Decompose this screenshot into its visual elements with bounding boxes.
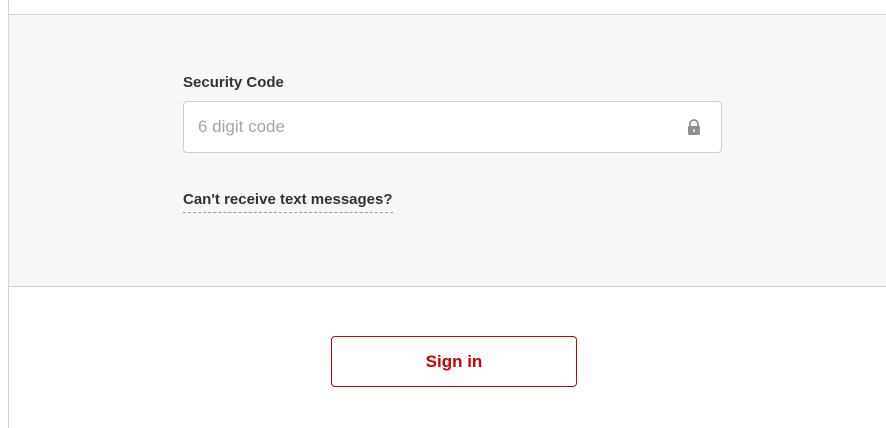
- sign-in-button[interactable]: Sign in: [331, 336, 577, 387]
- cant-receive-text-link[interactable]: Can't receive text messages?: [183, 190, 393, 213]
- security-code-field[interactable]: [183, 101, 722, 153]
- lock-icon: [688, 119, 700, 135]
- security-code-panel: Security Code Can't receive text message…: [9, 15, 886, 287]
- security-code-label: Security Code: [183, 74, 284, 91]
- security-code-input[interactable]: [184, 102, 654, 152]
